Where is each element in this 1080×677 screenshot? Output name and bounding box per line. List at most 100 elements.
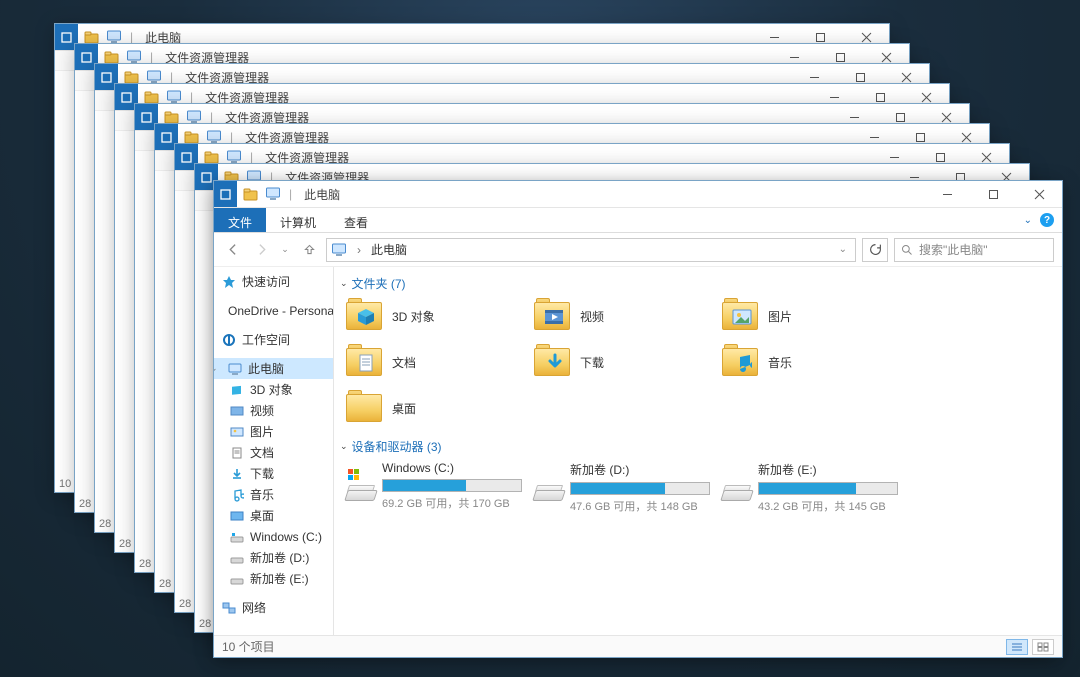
nav-back-button[interactable] [222, 239, 244, 261]
folder-label: 下载 [580, 354, 604, 371]
status-hint: 28 [79, 498, 91, 510]
nav-forward-button[interactable] [250, 239, 272, 261]
nav-quick-access[interactable]: 快速访问 [214, 271, 333, 292]
drive-usage-text: 47.6 GB 可用，共 148 GB [570, 498, 710, 514]
search-icon [901, 244, 913, 256]
ribbon-tab-view[interactable]: 查看 [330, 208, 382, 232]
folder-item[interactable]: 下载 [534, 344, 722, 380]
nav-network[interactable]: 网络 [214, 597, 333, 618]
drive-item[interactable]: Windows (C:) 69.2 GB 可用，共 170 GB [346, 461, 534, 514]
nav-child-label: Windows (C:) [250, 530, 322, 544]
address-text: 此电脑 [371, 241, 407, 258]
drive-icon [534, 471, 560, 503]
status-item-count: 10 个项目 [222, 638, 275, 655]
search-input[interactable]: 搜索"此电脑" [894, 238, 1054, 262]
nav-child-label: 桌面 [250, 507, 274, 524]
nav-onedrive[interactable]: OneDrive - Persona [214, 300, 333, 321]
folder-item[interactable]: 图片 [722, 298, 910, 334]
folder-icon [534, 344, 570, 380]
nav-child-item[interactable]: 视频 [214, 400, 333, 421]
folder-item[interactable]: 3D 对象 [346, 298, 534, 334]
group-devices-header[interactable]: ⌄ 设备和驱动器 (3) [338, 434, 1052, 461]
help-icon[interactable]: ? [1040, 213, 1054, 227]
title-handle-icon [214, 181, 237, 207]
drive-item[interactable]: 新加卷 (D:) 47.6 GB 可用，共 148 GB [534, 461, 722, 514]
minimize-button[interactable] [924, 181, 970, 207]
title-separator: | [287, 187, 294, 201]
close-button[interactable] [1016, 181, 1062, 207]
drive-item[interactable]: 新加卷 (E:) 43.2 GB 可用，共 145 GB [722, 461, 910, 514]
status-hint: 28 [199, 618, 211, 630]
nav-this-pc[interactable]: ⌄ 此电脑 [214, 358, 333, 379]
folder-label: 3D 对象 [392, 308, 435, 325]
folder-item[interactable]: 音乐 [722, 344, 910, 380]
nav-workspace[interactable]: 工作空间 [214, 329, 333, 350]
folder-item[interactable]: 视频 [534, 298, 722, 334]
navigation-pane[interactable]: 快速访问 OneDrive - Persona 工作空间 ⌄ 此电脑 3D 对象… [214, 267, 334, 635]
drive-icon [346, 471, 372, 503]
nav-up-button[interactable] [298, 239, 320, 261]
address-dropdown-icon[interactable]: ⌄ [839, 244, 851, 255]
quick-access-monitor-icon[interactable] [265, 186, 281, 202]
folder-item[interactable]: 文档 [346, 344, 534, 380]
nav-child-label: 图片 [250, 423, 274, 440]
nav-child-item[interactable]: 音乐 [214, 484, 333, 505]
addr-monitor-icon [331, 242, 347, 258]
status-hint: 28 [139, 558, 151, 570]
drive-usage-bar [382, 479, 522, 492]
nav-child-item[interactable]: 桌面 [214, 505, 333, 526]
window-title: 此电脑 [300, 186, 340, 203]
drive-icon [722, 471, 748, 503]
drive-usage-bar [758, 482, 898, 495]
title-bar[interactable]: | 此电脑 [214, 181, 1062, 208]
nav-child-item[interactable]: 3D 对象 [214, 379, 333, 400]
nav-child-item[interactable]: 新加卷 (D:) [214, 547, 333, 568]
nav-recent-dropdown[interactable]: ⌄ [278, 239, 292, 261]
view-details-button[interactable] [1006, 639, 1028, 655]
nav-child-item[interactable]: Windows (C:) [214, 526, 333, 547]
maximize-button[interactable] [970, 181, 1016, 207]
nav-child-item[interactable]: 新加卷 (E:) [214, 568, 333, 589]
folder-icon [722, 344, 758, 380]
folder-icon [534, 298, 570, 334]
quick-access-folder-icon[interactable] [243, 186, 259, 202]
drive-name: 新加卷 (D:) [570, 461, 710, 478]
explorer-window[interactable]: | 此电脑 文件 计算机 查看 ⌄ ? ⌄ › 此电脑 ⌄ [213, 180, 1063, 658]
status-hint: 10 [59, 478, 71, 490]
vertical-scrollbar[interactable] [1046, 267, 1062, 635]
folder-label: 文档 [392, 354, 416, 371]
address-bar[interactable]: › 此电脑 ⌄ [326, 238, 856, 262]
nav-child-label: 文档 [250, 444, 274, 461]
chevron-down-icon[interactable]: ⌄ [214, 363, 220, 374]
refresh-button[interactable] [862, 238, 888, 262]
drive-usage-bar [570, 482, 710, 495]
folder-label: 音乐 [768, 354, 792, 371]
collapse-icon[interactable]: ⌄ [340, 278, 348, 289]
ribbon-tabs: 文件 计算机 查看 ⌄ ? [214, 208, 1062, 233]
folder-icon [722, 298, 758, 334]
ribbon-tab-file[interactable]: 文件 [214, 208, 266, 232]
workspace-icon [222, 333, 236, 347]
view-large-button[interactable] [1032, 639, 1054, 655]
status-hint: 28 [159, 578, 171, 590]
nav-child-label: 音乐 [250, 486, 274, 503]
nav-child-item[interactable]: 文档 [214, 442, 333, 463]
group-folders-header[interactable]: ⌄ 文件夹 (7) [338, 271, 1052, 298]
monitor-icon [228, 362, 242, 376]
star-icon [222, 275, 236, 289]
status-hint: 28 [119, 538, 131, 550]
nav-child-item[interactable]: 下载 [214, 463, 333, 484]
nav-child-label: 视频 [250, 402, 274, 419]
address-row: ⌄ › 此电脑 ⌄ 搜索"此电脑" [214, 233, 1062, 267]
nav-child-label: 3D 对象 [250, 381, 293, 398]
nav-child-item[interactable]: 图片 [214, 421, 333, 442]
ribbon-expand-icon[interactable]: ⌄ [1024, 215, 1032, 226]
ribbon-tab-computer[interactable]: 计算机 [266, 208, 330, 232]
content-pane[interactable]: ⌄ 文件夹 (7) 3D 对象 视频 图片 文档 [334, 267, 1062, 635]
drive-name: Windows (C:) [382, 461, 522, 475]
search-placeholder: 搜索"此电脑" [919, 241, 988, 258]
nav-child-label: 新加卷 (E:) [250, 570, 309, 587]
folder-item[interactable]: 桌面 [346, 390, 534, 426]
collapse-icon[interactable]: ⌄ [340, 441, 348, 452]
chevron-right-icon[interactable]: › [353, 243, 365, 257]
